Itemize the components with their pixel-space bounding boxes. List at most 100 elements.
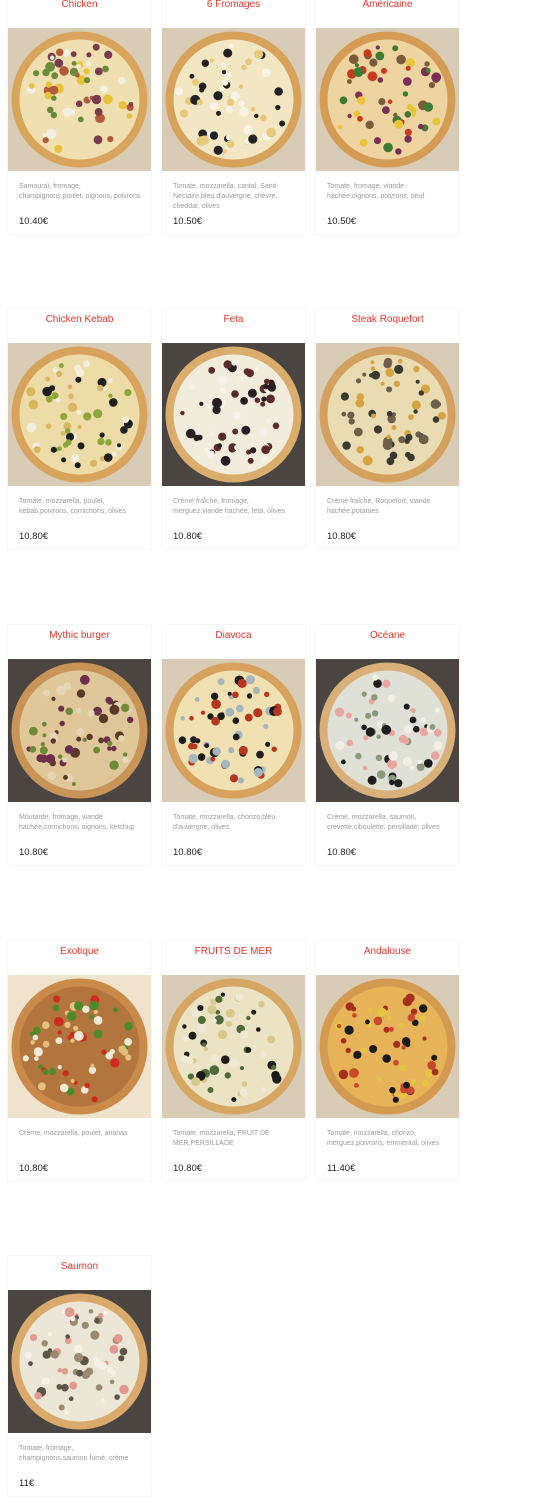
pizza-card[interactable]: FRUITS DE MER Tomate, mozzarella, FRUIT D… <box>162 941 305 1181</box>
pizza-photo[interactable] <box>8 28 151 171</box>
pizza-photo[interactable] <box>8 659 151 802</box>
topping <box>188 742 195 750</box>
topping <box>361 691 367 697</box>
pizza-photo[interactable] <box>162 975 305 1118</box>
topping <box>64 1307 75 1318</box>
topping <box>425 68 431 73</box>
topping <box>58 1404 65 1411</box>
topping <box>383 357 393 367</box>
topping <box>122 756 130 764</box>
topping <box>45 81 52 88</box>
topping <box>70 1316 76 1322</box>
pizza-photo[interactable] <box>8 1290 151 1433</box>
pizza-name[interactable]: Saumon <box>8 1261 151 1273</box>
topping <box>123 752 128 757</box>
topping <box>268 381 276 389</box>
topping <box>226 140 235 149</box>
topping <box>122 416 129 424</box>
pizza-name[interactable]: Mythic burger <box>8 630 151 642</box>
topping <box>37 1082 46 1091</box>
pizza-ingredients: Tomate, fromage, champignons,saumon fumé… <box>19 1445 129 1462</box>
topping <box>198 82 207 91</box>
topping <box>197 1004 204 1012</box>
pizza-photo[interactable] <box>162 659 305 802</box>
pizza-name[interactable]: Diavoca <box>162 630 305 642</box>
topping <box>185 1057 194 1065</box>
topping <box>438 411 446 420</box>
pizza-name[interactable]: FRUITS DE MER <box>162 946 305 958</box>
topping <box>374 137 381 145</box>
topping <box>102 94 113 105</box>
topping <box>211 716 220 726</box>
pizza-name[interactable]: Océane <box>316 630 459 642</box>
pizza-name[interactable]: Feta <box>162 314 305 326</box>
pizza-name[interactable]: 6 Fromages <box>162 0 305 11</box>
pizza-card[interactable]: Chicken Kebab Tomate, mozzarella, poulet,… <box>8 309 151 549</box>
topping <box>218 432 227 441</box>
topping <box>243 125 253 135</box>
topping <box>128 102 134 107</box>
pizza-card[interactable]: Steak Roquefort Crème fraîche, Roquefort,… <box>316 309 459 549</box>
topping <box>395 148 402 155</box>
topping <box>76 410 82 415</box>
topping <box>399 1023 404 1028</box>
pizza-photo[interactable] <box>162 28 305 171</box>
topping <box>195 738 201 744</box>
pizza-name[interactable]: Exotique <box>8 946 151 958</box>
pizza-photo[interactable] <box>8 343 151 486</box>
topping <box>90 1063 95 1068</box>
topping <box>76 689 86 698</box>
pizza-card[interactable]: Américaine Tomate, fromage, viande hachée… <box>316 0 459 234</box>
pizza-name[interactable]: Chicken Kebab <box>8 314 151 326</box>
topping <box>403 1081 410 1089</box>
pizza-card[interactable]: Mythic burger Moutarde, fromage, viande h… <box>8 625 151 865</box>
pizza-illustration <box>162 343 305 486</box>
pizza-name[interactable]: Chicken <box>8 0 151 11</box>
pizza-card[interactable]: Diavoca Tomate, mozzarella, chorizo,bleu … <box>162 625 305 865</box>
pizza-photo[interactable] <box>162 343 305 486</box>
topping <box>207 1087 214 1093</box>
pizza-card[interactable]: Exotique Crème, mozzarella, poulet, anana… <box>8 941 151 1181</box>
topping <box>175 87 184 96</box>
topping <box>76 64 81 69</box>
topping <box>369 373 374 378</box>
topping <box>30 1040 35 1045</box>
topping <box>224 72 232 80</box>
topping <box>41 1340 48 1347</box>
pizza-photo[interactable] <box>8 975 151 1118</box>
topping <box>209 102 218 111</box>
pizza-card[interactable]: Feta Crème fraîche, fromage, merguez,vian… <box>162 309 305 549</box>
topping <box>76 1369 83 1377</box>
topping <box>47 771 56 780</box>
pizza-photo[interactable] <box>316 28 459 171</box>
pizza-photo[interactable] <box>316 659 459 802</box>
topping <box>70 1079 75 1083</box>
topping <box>73 1025 79 1031</box>
topping <box>126 113 133 119</box>
pizza-card[interactable]: Chicken Samouraï, fromage, champignons,po… <box>8 0 151 234</box>
pizza-photo[interactable] <box>316 343 459 486</box>
topping <box>254 367 260 372</box>
topping <box>42 137 49 144</box>
topping <box>232 691 239 699</box>
pizza-name[interactable]: Andalouse <box>316 946 459 958</box>
pizza-name[interactable]: Américaine <box>316 0 459 11</box>
topping <box>70 51 77 57</box>
pizza-name[interactable]: Steak Roquefort <box>316 314 459 326</box>
pizza-ingredients: Tomate, fromage, viande hachée,oignons, … <box>327 183 425 200</box>
pizza-card[interactable]: Andalouse Tomate, mozzarella, chorizo, me… <box>316 941 459 1181</box>
topping <box>409 716 417 724</box>
topping <box>377 1007 387 1018</box>
topping <box>342 441 351 450</box>
topping <box>209 58 214 63</box>
pizza-card[interactable]: Océane Crème, mozzarella, saumon, crevett… <box>316 625 459 865</box>
topping <box>76 736 82 742</box>
topping <box>378 98 386 106</box>
pizza-illustration <box>162 975 305 1118</box>
topping <box>394 779 403 788</box>
pizza-photo[interactable] <box>316 975 459 1118</box>
topping <box>227 691 232 696</box>
topping <box>403 703 410 710</box>
pizza-card[interactable]: Saumon Tomate, fromage, champignons,saumo… <box>8 1256 151 1496</box>
pizza-card[interactable]: 6 Fromages Tomate, mozzarella, cantal, Sa… <box>162 0 305 234</box>
